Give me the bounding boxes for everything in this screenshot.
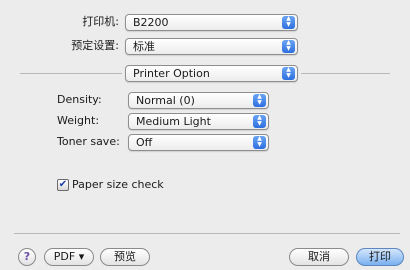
paper-size-check-label[interactable]: Paper size check [72,175,164,195]
popup-arrows-icon: ▲ ▼ [282,67,295,80]
arrow-down-icon: ▼ [257,120,262,127]
popup-arrows-icon: ▲ ▼ [253,115,266,128]
printer-label: 打印机: [82,15,119,28]
toner-save-label: Toner save: [57,135,120,148]
paper-size-check-checkbox[interactable]: ✔ [57,179,69,191]
presets-value: 标准 [133,40,155,53]
section-separator-right [301,73,390,74]
cancel-button[interactable]: 取消 [289,248,349,266]
popup-arrows-icon: ▲ ▼ [253,94,266,107]
arrow-down-icon: ▼ [286,72,291,79]
popup-arrows-icon: ▲ ▼ [282,16,295,29]
printer-value: B2200 [133,16,169,29]
popup-arrows-icon: ▲ ▼ [253,136,266,149]
preview-button[interactable]: 预览 [100,248,150,266]
section-separator-left [20,73,122,74]
arrow-down-icon: ▼ [286,45,291,52]
popup-arrows-icon: ▲ ▼ [282,40,295,53]
weight-label: Weight: [57,114,100,127]
toner-save-popup[interactable]: Off ▲ ▼ [128,134,269,151]
density-popup[interactable]: Normal (0) ▲ ▼ [128,92,269,109]
density-value: Normal (0) [136,94,195,107]
pdf-button[interactable]: PDF ▾ [44,248,94,266]
section-value: Printer Option [133,67,210,80]
weight-popup[interactable]: Medium Light ▲ ▼ [128,113,269,130]
printer-popup[interactable]: B2200 ▲ ▼ [125,14,298,31]
arrow-down-icon: ▼ [257,99,262,106]
presets-popup[interactable]: 标准 ▲ ▼ [125,38,298,55]
presets-label: 预定设置: [71,39,119,52]
help-button[interactable]: ? [18,248,36,266]
toner-save-value: Off [136,136,153,149]
section-popup[interactable]: Printer Option ▲ ▼ [125,65,298,82]
footer-separator [14,233,400,234]
print-button[interactable]: 打印 [356,248,404,266]
density-label: Density: [57,93,102,106]
arrow-down-icon: ▼ [257,141,262,148]
arrow-down-icon: ▼ [286,21,291,28]
weight-value: Medium Light [136,115,211,128]
